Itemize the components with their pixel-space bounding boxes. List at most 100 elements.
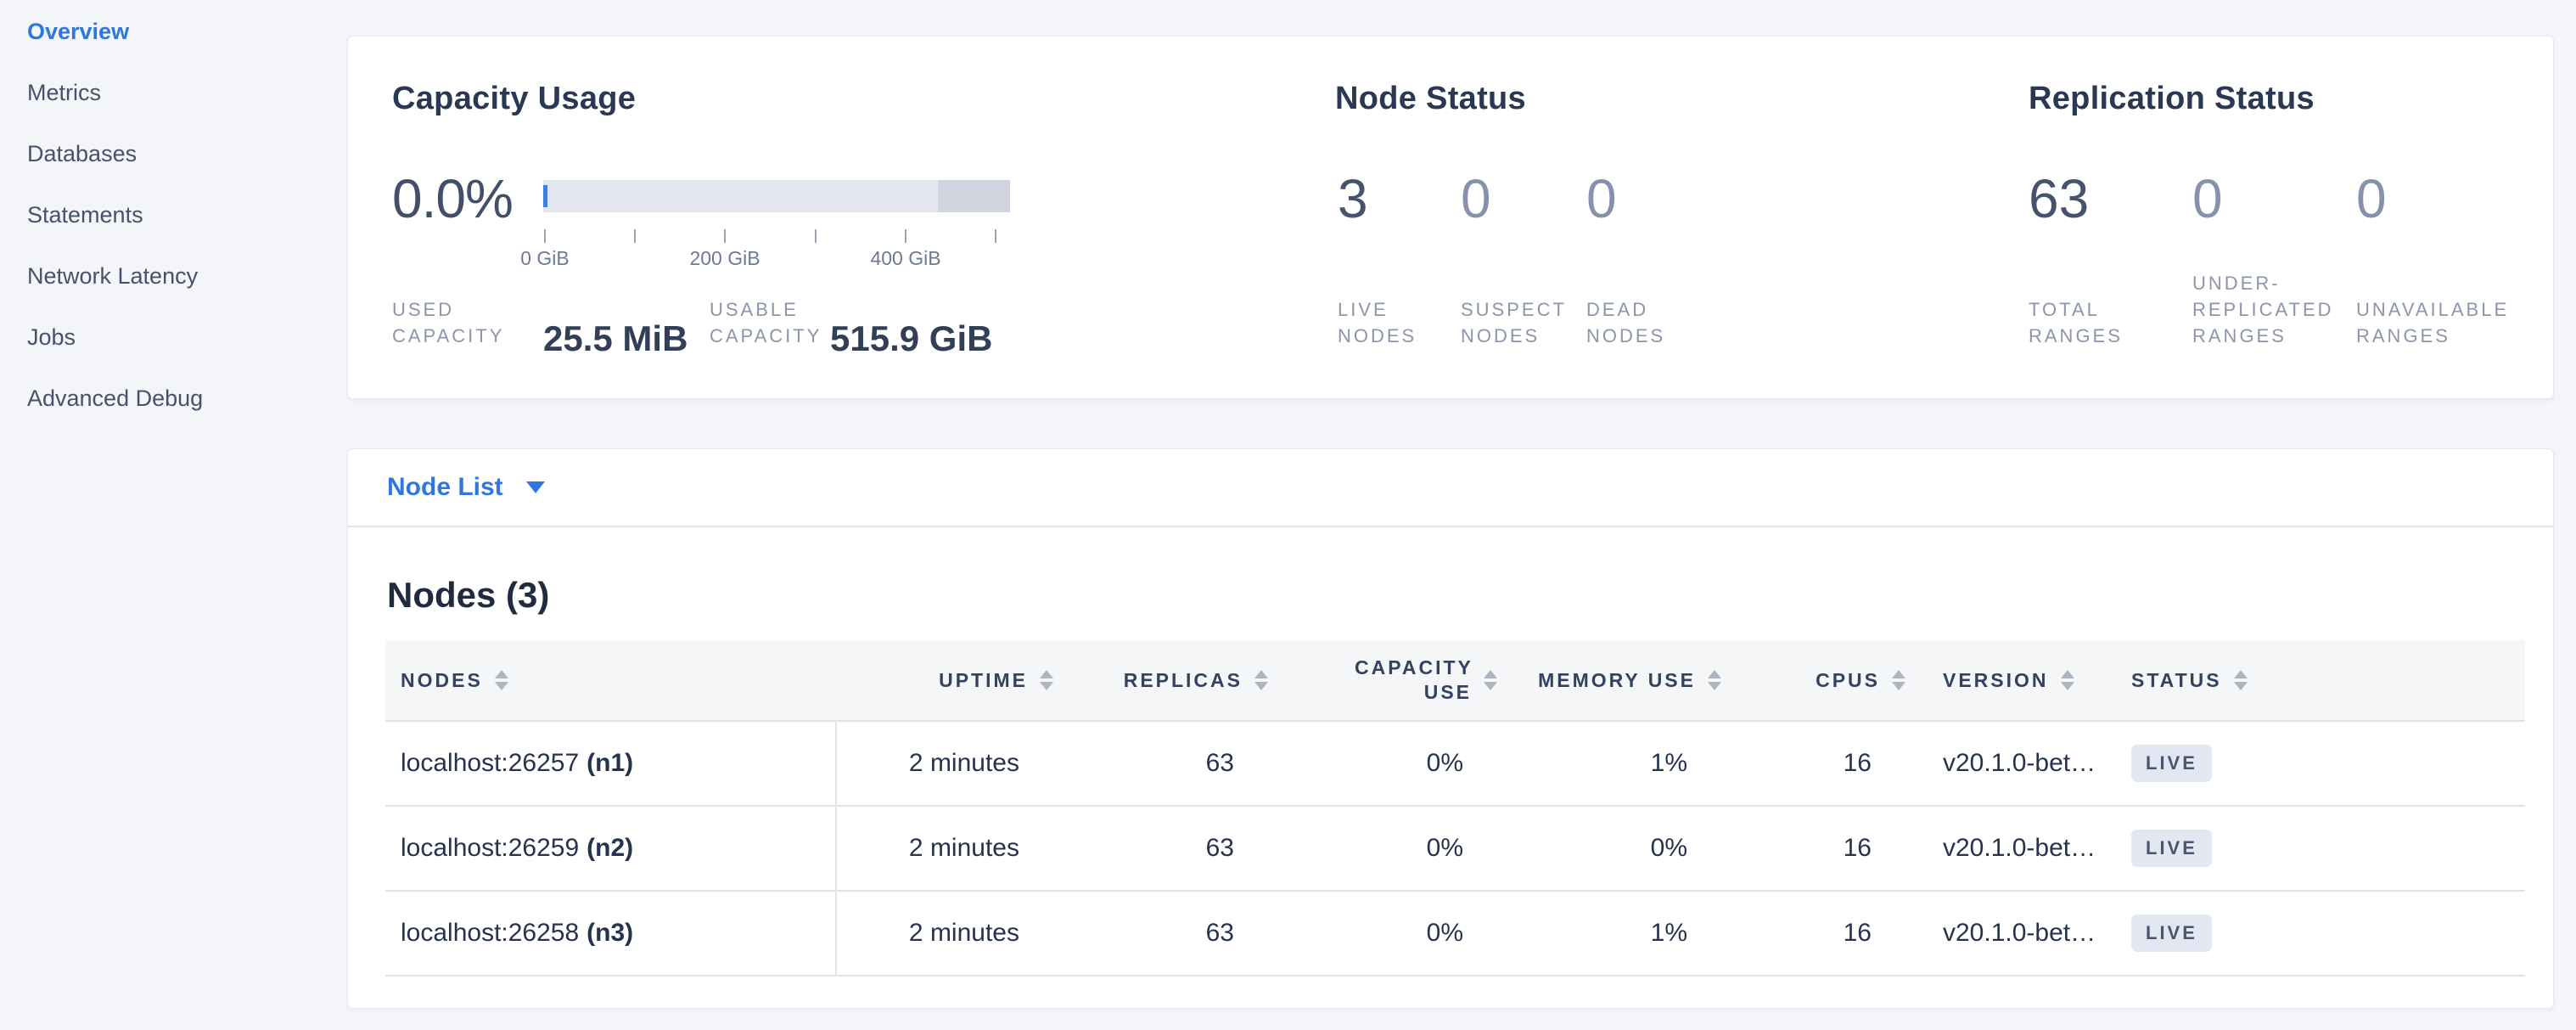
capacity-usage-bar — [543, 180, 1010, 212]
status-badge: LIVE — [2131, 915, 2212, 952]
sidebar-item-jobs[interactable]: Jobs — [27, 326, 347, 349]
replicas-cell: 63 — [1031, 891, 1246, 976]
replication-status-values: 63 0 0 — [2029, 171, 2560, 228]
total-ranges-value: 63 — [2029, 171, 2192, 228]
node-list-dropdown-label: Node List — [387, 473, 503, 502]
node-id: (n2) — [586, 834, 633, 862]
nodes-count-heading: Nodes (3) — [387, 575, 549, 616]
live-nodes-value: 3 — [1338, 171, 1461, 228]
table-row-node-1[interactable]: localhost:26257(n1) 2 minutes 63 0% 1% 1… — [385, 721, 2525, 806]
sort-icon[interactable] — [1484, 670, 1497, 690]
sidebar-item-network-latency[interactable]: Network Latency — [27, 265, 347, 288]
table-row-node-2[interactable]: localhost:26259(n2) 2 minutes 63 0% 0% 1… — [385, 806, 2525, 891]
column-header-version[interactable]: VERSION — [1883, 640, 2096, 721]
status-cell: LIVE — [2096, 721, 2525, 806]
nodes-table: NODES UPTIME REPLICAS CAPACITY USE MEMOR… — [385, 640, 2525, 977]
column-header-label: UPTIME — [939, 669, 1028, 692]
cpus-cell: 16 — [1699, 806, 1883, 891]
live-nodes-label: LIVE NODES — [1338, 296, 1461, 349]
column-header-capacity-use[interactable]: CAPACITY USE — [1246, 640, 1475, 721]
replication-status-labels: TOTAL RANGES UNDER-REPLICATED RANGES UNA… — [2029, 270, 2560, 349]
uptime-cell: 2 minutes — [836, 721, 1031, 806]
node-status-labels: LIVE NODES SUSPECT NODES DEAD NODES — [1338, 296, 1722, 349]
column-header-label: STATUS — [2131, 669, 2222, 692]
total-ranges-label: TOTAL RANGES — [2029, 296, 2192, 349]
memory-use-cell: 1% — [1475, 721, 1699, 806]
table-row-node-3[interactable]: localhost:26258(n3) 2 minutes 63 0% 1% 1… — [385, 891, 2525, 976]
sidebar-item-databases[interactable]: Databases — [27, 143, 347, 166]
sort-icon[interactable] — [2234, 670, 2248, 690]
sort-icon[interactable] — [1708, 670, 1721, 690]
column-header-label: REPLICAS — [1124, 669, 1243, 692]
node-list-dropdown[interactable]: Node List — [348, 449, 2553, 527]
sort-icon[interactable] — [1040, 670, 1053, 690]
column-header-memory-use[interactable]: MEMORY USE — [1475, 640, 1699, 721]
axis-tick-label: 0 GiB — [520, 247, 570, 270]
nodes-table-header-row: NODES UPTIME REPLICAS CAPACITY USE MEMOR… — [385, 640, 2525, 721]
node-id: (n3) — [586, 919, 633, 947]
uptime-cell: 2 minutes — [836, 891, 1031, 976]
axis-tick — [634, 229, 636, 243]
capacity-used-percent: 0.0% — [392, 171, 513, 228]
uptime-cell: 2 minutes — [836, 806, 1031, 891]
dead-nodes-label: DEAD NODES — [1586, 296, 1722, 349]
sidebar-item-statements[interactable]: Statements — [27, 204, 347, 227]
column-header-nodes[interactable]: NODES — [385, 640, 836, 721]
cpus-cell: 16 — [1699, 721, 1883, 806]
used-capacity-value: 25.5 MiB — [543, 318, 687, 359]
replication-status-title: Replication Status — [2029, 81, 2315, 117]
sidebar-nav-list: Overview Metrics Databases Statements Ne… — [27, 20, 347, 410]
node-address-cell: localhost:26258(n3) — [385, 891, 836, 976]
status-cell: LIVE — [2096, 891, 2525, 976]
column-header-label: VERSION — [1943, 669, 2049, 692]
capacity-use-cell: 0% — [1246, 891, 1475, 976]
node-address: localhost:26257 — [401, 749, 579, 777]
capacity-use-cell: 0% — [1246, 721, 1475, 806]
status-badge: LIVE — [2131, 830, 2212, 867]
capacity-bar-used-segment — [543, 185, 547, 207]
under-replicated-ranges-value: 0 — [2192, 171, 2356, 228]
node-status-title: Node Status — [1335, 81, 1526, 117]
sort-icon[interactable] — [2061, 670, 2074, 690]
cluster-overview-card: Capacity Usage 0.0% 0 GiB 200 GiB 400 Gi… — [347, 36, 2554, 399]
column-header-status[interactable]: STATUS — [2096, 640, 2525, 721]
version-cell: v20.1.0-bet… — [1883, 891, 2096, 976]
under-replicated-ranges-label: UNDER-REPLICATED RANGES — [2192, 270, 2356, 349]
sort-icon[interactable] — [1254, 670, 1268, 690]
node-list-card: Node List Nodes (3) NODES UPTIME REPLICA… — [347, 448, 2554, 1009]
unavailable-ranges-label: UNAVAILABLE RANGES — [2356, 296, 2560, 349]
axis-tick — [995, 229, 996, 243]
axis-tick — [905, 229, 906, 243]
version-cell: v20.1.0-bet… — [1883, 721, 2096, 806]
column-header-label: MEMORY USE — [1538, 669, 1696, 692]
cpus-cell: 16 — [1699, 891, 1883, 976]
capacity-usage-title: Capacity Usage — [392, 81, 636, 117]
column-header-label: CPUS — [1816, 669, 1880, 692]
column-header-label: NODES — [401, 669, 483, 692]
node-status-values: 3 0 0 — [1338, 171, 1722, 228]
chevron-down-icon[interactable] — [526, 481, 545, 493]
node-address: localhost:26258 — [401, 919, 579, 947]
axis-tick-label: 400 GiB — [870, 247, 940, 270]
suspect-nodes-label: SUSPECT NODES — [1461, 296, 1586, 349]
capacity-bar-reserved-segment — [938, 180, 1010, 212]
sidebar-item-overview[interactable]: Overview — [27, 20, 347, 43]
usable-capacity-value: 515.9 GiB — [830, 318, 992, 359]
column-header-cpus[interactable]: CPUS — [1699, 640, 1883, 721]
axis-tick — [724, 229, 726, 243]
sidebar-item-advanced-debug[interactable]: Advanced Debug — [27, 387, 347, 410]
node-address-cell: localhost:26257(n1) — [385, 721, 836, 806]
memory-use-cell: 1% — [1475, 891, 1699, 976]
node-address: localhost:26259 — [401, 834, 579, 862]
sidebar-item-metrics[interactable]: Metrics — [27, 82, 347, 104]
suspect-nodes-value: 0 — [1461, 171, 1586, 228]
sort-icon[interactable] — [1892, 670, 1905, 690]
axis-tick — [815, 229, 817, 243]
unavailable-ranges-value: 0 — [2356, 171, 2560, 228]
column-header-label: CAPACITY USE — [1355, 656, 1472, 705]
column-header-uptime[interactable]: UPTIME — [836, 640, 1031, 721]
column-header-replicas[interactable]: REPLICAS — [1031, 640, 1246, 721]
used-capacity-label: USED CAPACITY — [392, 296, 541, 349]
sort-icon[interactable] — [495, 670, 508, 690]
sidebar: Overview Metrics Databases Statements Ne… — [0, 0, 347, 1030]
